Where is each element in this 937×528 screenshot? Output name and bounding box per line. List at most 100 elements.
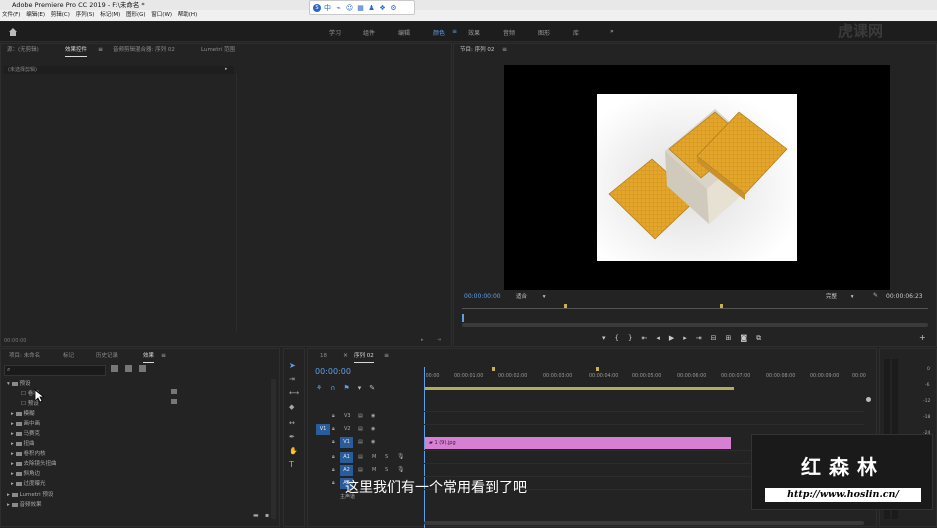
program-video-frame[interactable] bbox=[504, 65, 890, 290]
video-clip[interactable]: ▰ 1 (9).jpg bbox=[425, 437, 731, 449]
workspace-more-icon[interactable]: » bbox=[610, 28, 614, 35]
tab-closed-sequence[interactable]: 18 bbox=[320, 350, 327, 362]
mute-button[interactable]: M bbox=[372, 454, 376, 460]
timeline-settings-icon[interactable]: ✎ bbox=[369, 384, 383, 392]
menu-file[interactable]: 文件(F) bbox=[2, 12, 20, 18]
solo-button[interactable]: S bbox=[385, 454, 388, 460]
track-label[interactable]: A1 bbox=[340, 452, 353, 463]
tab-markers[interactable]: 标记 bbox=[63, 350, 74, 362]
quality-select[interactable]: 完整 ▾ bbox=[826, 292, 866, 300]
zoom-select[interactable]: 适合 ▾ bbox=[516, 292, 556, 300]
sync-lock-icon[interactable]: ▤ bbox=[358, 426, 363, 432]
program-scrollbar[interactable] bbox=[462, 323, 928, 327]
sync-lock-icon[interactable]: ▤ bbox=[358, 413, 363, 419]
mute-button[interactable]: M bbox=[372, 467, 376, 473]
work-area-bar[interactable] bbox=[424, 387, 734, 390]
tree-folder-blur[interactable]: ▸ 模糊 bbox=[11, 409, 35, 417]
tab-project[interactable]: 项目: 未命名 bbox=[9, 350, 40, 362]
wrench-icon[interactable]: ✎ bbox=[873, 292, 878, 299]
ime-emoji-icon[interactable]: ☺ bbox=[345, 4, 354, 12]
tree-folder-exposure[interactable]: ▸ 过度曝光 bbox=[11, 479, 46, 487]
workspace-libraries[interactable]: 库 bbox=[573, 28, 579, 37]
workspace-learn[interactable]: 学习 bbox=[329, 28, 341, 37]
menu-clip[interactable]: 剪辑(C) bbox=[51, 12, 70, 18]
menu-sequence[interactable]: 序列(S) bbox=[76, 12, 95, 18]
lock-icon[interactable]: 🔒︎ bbox=[332, 467, 335, 473]
tree-folder-kernel[interactable]: ▸ 卷积内核 bbox=[11, 449, 46, 457]
step-back-icon[interactable]: ◂ bbox=[656, 334, 669, 342]
nest-icon[interactable]: ⚘ bbox=[316, 384, 330, 392]
snap-icon[interactable]: ∩ bbox=[330, 384, 343, 392]
extract-icon[interactable]: ⊞ bbox=[726, 334, 741, 342]
lock-icon[interactable]: 🔒︎ bbox=[332, 454, 335, 460]
solo-button[interactable]: S bbox=[385, 467, 388, 473]
tree-folder-audio-effects[interactable]: ▸ 音频效果 bbox=[7, 500, 42, 508]
lock-icon[interactable]: 🔒︎ bbox=[332, 480, 335, 486]
32bit-effects-icon[interactable] bbox=[125, 365, 132, 372]
menu-edit[interactable]: 编辑(E) bbox=[26, 12, 45, 18]
effects-search-input[interactable]: ⌕ bbox=[4, 365, 106, 376]
menu-graphics[interactable]: 图形(G) bbox=[126, 12, 146, 18]
tree-folder-pip[interactable]: ▸ 画中画 bbox=[11, 419, 40, 427]
tree-folder-mosaic[interactable]: ▸ 马赛克 bbox=[11, 429, 40, 437]
slip-tool-icon[interactable]: ↔ bbox=[289, 419, 295, 427]
step-forward-icon[interactable]: ▸ bbox=[683, 334, 696, 342]
go-to-in-icon[interactable]: ⇤ bbox=[641, 334, 656, 342]
mark-in-icon[interactable]: { bbox=[615, 334, 628, 342]
filter-icon[interactable]: ▸ bbox=[421, 337, 424, 343]
ime-chinese-toggle[interactable]: 中 bbox=[323, 3, 332, 13]
menu-help[interactable]: 帮助(H) bbox=[178, 12, 197, 18]
tree-folder-presets[interactable]: ▾ 预设 bbox=[7, 379, 31, 387]
ime-punct-icon[interactable]: ⌁ bbox=[334, 4, 343, 12]
mark-out-icon[interactable]: } bbox=[628, 334, 641, 342]
selection-tool-icon[interactable]: ➤ bbox=[289, 361, 296, 370]
scroll-handle[interactable] bbox=[866, 397, 871, 402]
tab-source[interactable]: 源：(无剪辑) bbox=[7, 44, 39, 56]
tree-folder-lens[interactable]: ▸ 去除镜头扭曲 bbox=[11, 459, 57, 467]
yuv-effects-icon[interactable] bbox=[139, 365, 146, 372]
lock-icon[interactable]: 🔒︎ bbox=[332, 426, 335, 432]
workspace-color[interactable]: 颜色 bbox=[433, 28, 445, 37]
tab-history[interactable]: 历史记录 bbox=[96, 350, 118, 362]
ime-settings-icon[interactable]: ⚙ bbox=[389, 4, 398, 12]
eye-icon[interactable]: ◉ bbox=[371, 413, 375, 419]
accelerated-effects-icon[interactable] bbox=[111, 365, 118, 372]
linked-select-icon[interactable]: ⚑ bbox=[343, 384, 357, 392]
timeline-timecode[interactable]: 00:00:00 bbox=[315, 367, 351, 376]
tab-lumetri-scopes[interactable]: Lumetri 范围 bbox=[201, 44, 235, 56]
workspace-editing[interactable]: 编辑 bbox=[398, 28, 410, 37]
go-to-out-icon[interactable]: ⇥ bbox=[696, 334, 711, 342]
track-label[interactable]: V1 bbox=[340, 437, 353, 448]
timeline-hscroll[interactable] bbox=[424, 521, 864, 525]
tree-folder-lumetri[interactable]: ▸ Lumetri 预设 bbox=[7, 490, 53, 498]
workspace-graphics[interactable]: 图形 bbox=[538, 28, 550, 37]
timeline-menu-icon[interactable]: ≡ bbox=[384, 352, 389, 359]
program-playhead[interactable] bbox=[462, 314, 464, 322]
lock-icon[interactable]: 🔒︎ bbox=[332, 413, 335, 419]
time-ruler[interactable]: :00:00 00:00:01:00 00:00:02:00 00:00:03:… bbox=[424, 367, 866, 390]
home-icon[interactable] bbox=[8, 27, 18, 37]
type-tool-icon[interactable]: T bbox=[289, 460, 294, 469]
razor-tool-icon[interactable]: ◆ bbox=[289, 403, 294, 411]
close-tab-icon[interactable]: × bbox=[343, 352, 348, 359]
sync-lock-icon[interactable]: ▤ bbox=[358, 467, 363, 473]
ime-logo-icon[interactable]: S bbox=[313, 3, 321, 12]
tab-effects[interactable]: 效果 bbox=[143, 350, 155, 363]
menu-marker[interactable]: 标记(M) bbox=[100, 12, 120, 18]
tree-folder-bevel[interactable]: ▸ 斜角边 bbox=[11, 469, 40, 477]
ime-skin-icon[interactable]: ♟ bbox=[367, 4, 376, 12]
workspace-effects[interactable]: 效果 bbox=[468, 28, 480, 37]
workspace-assembly[interactable]: 组件 bbox=[363, 28, 375, 37]
panel-menu-icon[interactable]: ≡ bbox=[98, 46, 103, 53]
new-bin-icon[interactable]: ▬ bbox=[253, 512, 259, 519]
workspace-menu-icon[interactable]: ≡ bbox=[452, 28, 457, 35]
add-marker-icon[interactable]: ▾ bbox=[602, 334, 615, 342]
track-label[interactable]: A2 bbox=[340, 465, 353, 476]
menu-window[interactable]: 窗口(W) bbox=[151, 12, 172, 18]
export-frame-icon[interactable]: ◙ bbox=[740, 334, 756, 342]
hand-tool-icon[interactable]: ✋ bbox=[289, 447, 298, 455]
expand-arrow-icon[interactable]: ▸ bbox=[225, 66, 228, 72]
program-menu-icon[interactable]: ≡ bbox=[502, 46, 507, 53]
tab-audio-mixer[interactable]: 音频剪辑混合器: 序列 02 bbox=[113, 44, 175, 56]
compare-view-icon[interactable]: ⧉ bbox=[756, 334, 770, 342]
